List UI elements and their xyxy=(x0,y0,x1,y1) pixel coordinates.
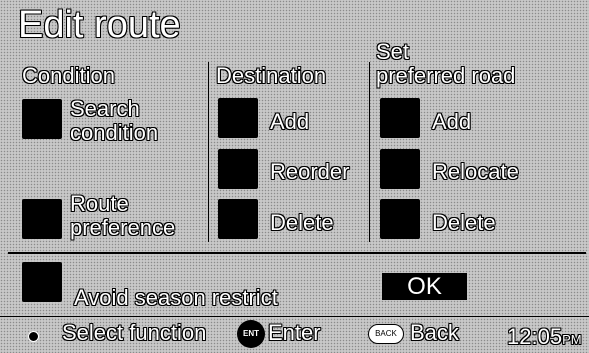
destination-delete-select-key[interactable] xyxy=(218,199,258,239)
clock: 12:05PM xyxy=(507,324,582,353)
avoid-season-restrict-label: Avoid season restrict xyxy=(74,285,278,310)
route-preference-label-line1: Route xyxy=(70,191,129,216)
status-bar: Select function ENT Enter BACK Back 12:0… xyxy=(0,316,589,351)
back-label: Back xyxy=(410,320,459,345)
preferred-road-relocate-select-key[interactable] xyxy=(380,149,420,189)
preferred-road-add-button[interactable]: Add xyxy=(380,98,540,142)
search-condition-select-key[interactable] xyxy=(22,99,62,139)
preferred-road-header-line1: Set xyxy=(376,39,410,64)
destination-reorder-select-key[interactable] xyxy=(218,149,258,189)
status-bar-border xyxy=(0,316,589,317)
destination-header: Destination xyxy=(216,63,327,88)
section-divider xyxy=(8,252,586,254)
destination-add-button[interactable]: Add xyxy=(218,98,366,142)
back-icon: BACK xyxy=(368,324,404,344)
route-preference-button[interactable]: Route preference xyxy=(22,192,202,242)
destination-add-label: Add xyxy=(270,109,310,134)
clock-time: 12:05 xyxy=(507,324,563,349)
ok-button[interactable]: OK xyxy=(382,273,467,300)
enter-label: Enter xyxy=(268,320,321,345)
select-function-label: Select function xyxy=(62,320,207,345)
avoid-season-restrict-button[interactable]: Avoid season restrict xyxy=(22,262,322,310)
avoid-season-restrict-select-key[interactable] xyxy=(22,262,62,302)
destination-delete-button[interactable]: Delete xyxy=(218,199,366,243)
column-divider xyxy=(369,62,370,242)
enter-icon: ENT xyxy=(237,320,265,348)
search-condition-label-line1: Search xyxy=(70,96,140,121)
preferred-road-delete-button[interactable]: Delete xyxy=(380,199,540,243)
preferred-road-delete-label: Delete xyxy=(432,210,496,235)
condition-header: Condition xyxy=(22,63,115,88)
preferred-road-delete-select-key[interactable] xyxy=(380,199,420,239)
preferred-road-header-line2: preferred road xyxy=(376,63,516,88)
destination-delete-label: Delete xyxy=(270,210,334,235)
destination-reorder-label: Reorder xyxy=(270,159,350,184)
preferred-road-relocate-button[interactable]: Relocate xyxy=(380,149,540,193)
page-title: Edit route xyxy=(18,4,181,46)
clock-ampm: PM xyxy=(562,332,582,347)
search-condition-label-line2: condition xyxy=(70,120,159,145)
route-preference-label-line2: preference xyxy=(70,215,176,240)
search-condition-button[interactable]: Search condition xyxy=(22,97,182,147)
preferred-road-add-select-key[interactable] xyxy=(380,98,420,138)
destination-add-select-key[interactable] xyxy=(218,98,258,138)
destination-reorder-button[interactable]: Reorder xyxy=(218,149,366,193)
select-dial-icon xyxy=(28,331,39,342)
column-divider xyxy=(208,62,209,242)
preferred-road-add-label: Add xyxy=(432,109,472,134)
preferred-road-relocate-label: Relocate xyxy=(432,159,519,184)
route-preference-select-key[interactable] xyxy=(22,199,62,239)
